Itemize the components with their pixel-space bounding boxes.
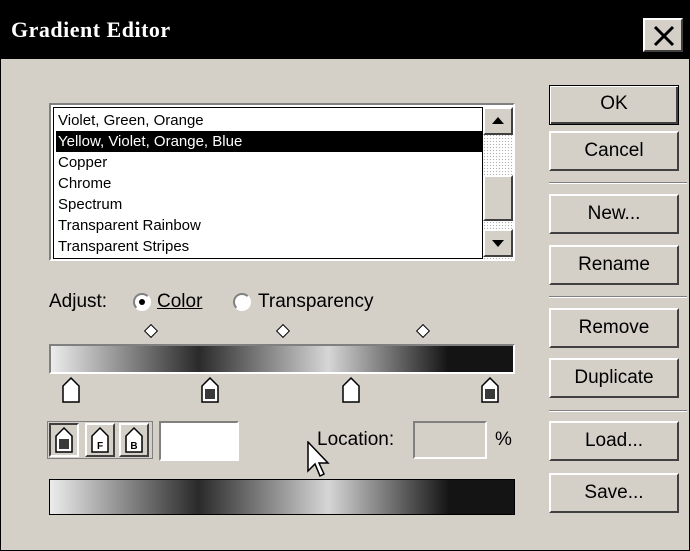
transparency-radio[interactable] (233, 293, 251, 311)
separator (549, 410, 687, 412)
color-stop-icon[interactable] (201, 377, 219, 403)
save-button[interactable]: Save... (549, 473, 679, 513)
arrow-up-icon (492, 117, 504, 124)
list-item[interactable]: Violet, Green, Orange (58, 110, 204, 131)
stop-color-swatch[interactable] (159, 421, 239, 461)
color-stop-icon[interactable] (342, 377, 360, 403)
foreground-stop-icon: F (91, 426, 109, 453)
ok-button[interactable]: OK (549, 85, 679, 125)
separator (549, 182, 687, 184)
gradient-bar[interactable] (49, 344, 515, 374)
list-item[interactable]: Transparent Rainbow (58, 215, 201, 236)
background-stop-button[interactable]: B (119, 423, 149, 457)
foreground-stop-button[interactable]: F (85, 423, 115, 457)
color-stop-icon[interactable] (481, 377, 499, 403)
list-scrollbar[interactable] (483, 107, 513, 261)
scroll-down-button[interactable] (483, 229, 513, 257)
svg-text:B: B (130, 441, 137, 452)
duplicate-button[interactable]: Duplicate (549, 358, 679, 398)
separator (549, 296, 687, 298)
close-icon (653, 25, 675, 47)
user-color-stop-button[interactable] (49, 423, 79, 457)
scroll-thumb[interactable] (483, 175, 513, 221)
list-item-selected[interactable]: Yellow, Violet, Orange, Blue (56, 131, 486, 152)
gradient-list[interactable]: Violet, Green, Orange Yellow, Violet, Or… (49, 103, 515, 261)
adjust-label: Adjust: (49, 291, 108, 312)
color-radio-label[interactable]: Color (157, 291, 202, 313)
new-button[interactable]: New... (549, 194, 679, 234)
window-title: Gradient Editor (11, 17, 171, 42)
gradient-list-items: Violet, Green, Orange Yellow, Violet, Or… (53, 107, 486, 259)
svg-text:F: F (97, 441, 103, 452)
background-stop-icon: B (125, 426, 143, 453)
load-button[interactable]: Load... (549, 421, 679, 461)
list-item[interactable]: Transparent Stripes (58, 236, 189, 257)
location-label: Location: (317, 429, 395, 450)
color-stop-icon[interactable] (62, 377, 80, 403)
midpoint-diamond[interactable] (415, 323, 431, 339)
scroll-up-button[interactable] (483, 107, 513, 135)
gradient-editor-dialog: Gradient Editor Violet, Green, Orange Ye… (0, 0, 690, 551)
gradient-preview (49, 479, 515, 515)
transparency-radio-label[interactable]: Transparency (258, 291, 373, 313)
title-bar[interactable]: Gradient Editor (1, 1, 689, 59)
rename-button[interactable]: Rename (549, 245, 679, 285)
color-radio[interactable] (133, 293, 151, 311)
list-item[interactable]: Chrome (58, 173, 111, 194)
midpoint-diamond[interactable] (143, 323, 159, 339)
midpoint-diamond[interactable] (275, 323, 291, 339)
location-input[interactable] (413, 421, 487, 459)
close-button[interactable] (643, 18, 683, 52)
list-item[interactable]: Spectrum (58, 194, 122, 215)
percent-label: % (495, 429, 512, 450)
list-item[interactable]: Copper (58, 152, 107, 173)
cancel-button[interactable]: Cancel (549, 131, 679, 171)
color-stop-icon (55, 426, 73, 453)
arrow-down-icon (492, 240, 504, 247)
remove-button[interactable]: Remove (549, 308, 679, 348)
